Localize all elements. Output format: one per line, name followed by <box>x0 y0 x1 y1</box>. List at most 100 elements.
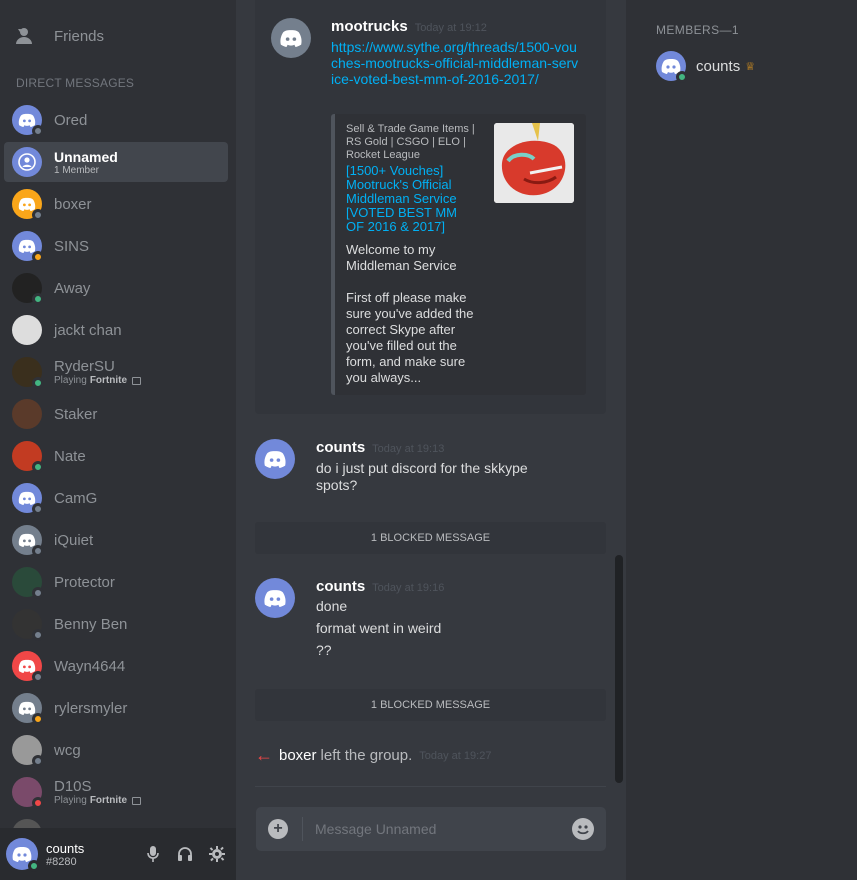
status-dot <box>32 461 44 473</box>
dm-name: jackt chan <box>54 321 122 339</box>
dm-avatar <box>12 483 44 515</box>
user-panel: counts #8280 <box>0 828 236 880</box>
system-message-left-group: ← boxer left the group. Today at 19:27 <box>255 745 491 766</box>
dm-item[interactable]: jackt chan <box>4 309 228 351</box>
status-dot <box>32 209 44 221</box>
message-link[interactable]: https://www.sythe.org/threads/1500-vouch… <box>331 39 581 87</box>
dm-item[interactable]: Wayn4644 <box>4 645 228 687</box>
friends-nav-item[interactable]: Friends <box>8 18 228 54</box>
embed-description: Welcome to my Middleman Service First of… <box>346 242 474 385</box>
message-author[interactable]: mootrucks <box>331 18 408 35</box>
dm-name: rylersmyler <box>54 699 128 717</box>
message-text: done <box>316 598 348 614</box>
message-timestamp: Today at 19:16 <box>372 582 445 594</box>
user-tag: #8280 <box>46 855 77 868</box>
blocked-message-notice[interactable]: 1 BLOCKED MESSAGE <box>255 522 606 554</box>
system-timestamp: Today at 19:27 <box>419 749 492 762</box>
dm-item[interactable]: Protector <box>4 561 228 603</box>
chat-scrollbar[interactable] <box>615 555 623 783</box>
direct-messages-header: DIRECT MESSAGES <box>16 76 135 90</box>
avatar[interactable] <box>255 439 295 479</box>
user-name: counts <box>46 840 85 856</box>
status-dot <box>32 251 44 263</box>
dm-avatar <box>12 525 44 557</box>
status-dot <box>32 713 44 725</box>
message-author[interactable]: counts <box>316 578 365 595</box>
embed-title[interactable]: [1500+ Vouches] Mootruck's Official Midd… <box>346 164 476 234</box>
status-dot <box>32 587 44 599</box>
activity-game: Fortnite <box>89 795 128 806</box>
divider <box>255 786 606 787</box>
dm-item[interactable]: Away <box>4 267 228 309</box>
member-name: counts <box>696 57 741 75</box>
status-dot <box>32 755 44 767</box>
member-list: MEMBERS—1 counts ♕ <box>626 0 857 880</box>
dm-name: D10S <box>54 778 92 795</box>
left-arrow-icon: ← <box>255 745 273 765</box>
dm-avatar <box>12 735 44 767</box>
dm-avatar <box>12 315 42 345</box>
dm-item[interactable]: wcg <box>4 729 228 771</box>
dm-item[interactable]: Staker <box>4 393 228 435</box>
embed-thumbnail[interactable] <box>494 123 574 203</box>
message-author[interactable]: counts <box>316 439 365 456</box>
status-dot <box>32 629 44 641</box>
avatar[interactable] <box>271 18 311 58</box>
dm-activity: Playing Fortnite <box>54 795 142 806</box>
dm-item[interactable]: Benny Ben <box>4 603 228 645</box>
dm-name: Staker <box>54 405 98 423</box>
status-dot <box>32 797 44 809</box>
dm-avatar <box>12 651 44 683</box>
system-user[interactable]: boxer <box>279 747 317 764</box>
status-dot <box>32 125 44 137</box>
rich-presence-icon <box>132 376 142 385</box>
dm-item[interactable]: Unnamed 1 Member <box>4 142 228 182</box>
dm-name: Protector <box>54 573 115 591</box>
link-embed: Sell & Trade Game Items | RS Gold | CSGO… <box>331 114 586 395</box>
status-dot <box>32 377 44 389</box>
dm-name: CamG <box>54 489 98 507</box>
message-input[interactable] <box>315 821 555 837</box>
system-text: left the group. <box>320 747 413 764</box>
dm-item[interactable]: RyderSU Playing Fortnite <box>4 351 228 393</box>
dm-activity: Playing Fortnite <box>54 375 142 386</box>
message-counts-1: counts Today at 19:13 do i just put disc… <box>255 439 605 494</box>
dm-name: iQuiet <box>54 531 94 549</box>
dm-avatar <box>12 777 44 809</box>
emoji-picker-icon[interactable] <box>572 818 594 840</box>
message-timestamp: Today at 19:13 <box>372 443 445 455</box>
dm-item[interactable]: Nate <box>4 435 228 477</box>
headphones-icon[interactable] <box>176 845 194 863</box>
dm-item[interactable]: boxer <box>4 183 228 225</box>
members-header: MEMBERS—1 <box>656 23 739 37</box>
upload-plus-icon[interactable]: + <box>268 819 288 839</box>
dm-avatar <box>12 567 44 599</box>
dm-name: boxer <box>54 195 92 213</box>
dm-item[interactable]: D10S Playing Fortnite <box>4 771 228 813</box>
dm-name: wcg <box>54 741 81 759</box>
user-status-dot <box>28 860 40 872</box>
blocked-message-notice[interactable]: 1 BLOCKED MESSAGE <box>255 689 606 721</box>
dm-item[interactable]: SINS <box>4 225 228 267</box>
dm-item[interactable]: iQuiet <box>4 519 228 561</box>
dm-avatar <box>12 441 44 473</box>
dm-name: Wayn4644 <box>54 657 126 675</box>
dm-name: Benny Ben <box>54 615 128 633</box>
avatar[interactable] <box>255 578 295 618</box>
member-avatar <box>656 51 688 83</box>
message-timestamp: Today at 19:12 <box>414 22 487 34</box>
member-item[interactable]: counts ♕ <box>656 51 756 83</box>
crown-icon: ♕ <box>745 60 756 73</box>
settings-gear-icon[interactable] <box>208 845 226 863</box>
message-text: do i just put discord for the skkype spo… <box>316 460 528 493</box>
microphone-icon[interactable] <box>144 845 162 863</box>
dm-item[interactable]: CamG <box>4 477 228 519</box>
user-avatar[interactable] <box>6 838 40 872</box>
dm-name: Away <box>54 279 91 297</box>
dm-item[interactable]: rylersmyler <box>4 687 228 729</box>
dm-item[interactable]: Ored <box>4 99 228 141</box>
status-dot <box>32 545 44 557</box>
dm-sidebar: Friends DIRECT MESSAGES Ored Unnamed 1 Mem… <box>0 0 236 880</box>
dm-list: Ored Unnamed 1 Member boxer SINS Away jackt ch… <box>4 99 228 855</box>
message-text: ?? <box>316 642 332 658</box>
